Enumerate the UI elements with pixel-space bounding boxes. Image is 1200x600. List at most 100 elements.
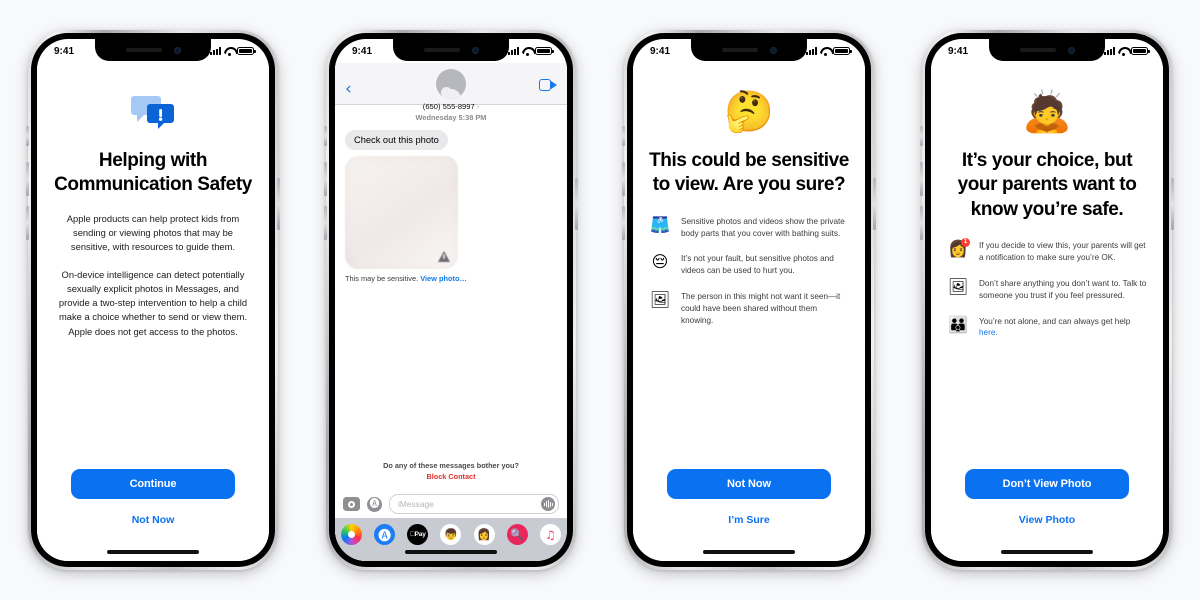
notification-badge: 1 (961, 237, 970, 247)
volume-down-button[interactable] (26, 206, 29, 240)
list-item: 👪 You’re not alone, and can always get h… (947, 315, 1147, 340)
message-composer: 🅐 iMessage (335, 489, 567, 518)
view-photo-link[interactable]: View photo… (420, 274, 467, 283)
block-contact-link[interactable]: Block Contact (345, 472, 557, 481)
front-camera-icon (173, 46, 181, 54)
phone-parent-notification-warning: 9:41 🙇 It’s your choice, but your parent… (920, 30, 1174, 570)
bullet-list: 🩳 Sensitive photos and videos show the p… (649, 216, 849, 327)
blurred-photo-attachment[interactable] (345, 156, 458, 269)
app-store-app-icon[interactable]: 🅐 (374, 524, 396, 545)
status-time: 9:41 (352, 45, 373, 57)
home-indicator[interactable] (107, 550, 199, 554)
cellular-bars-icon (508, 47, 519, 55)
cellular-bars-icon (806, 47, 817, 55)
images-search-app-icon[interactable]: 🔍 (506, 524, 528, 545)
home-indicator[interactable] (405, 550, 497, 554)
camera-icon[interactable] (343, 497, 360, 511)
video-camera-icon[interactable] (539, 79, 557, 91)
list-item-text: The person in this might not want it see… (681, 292, 841, 325)
list-item: 🩳 Sensitive photos and videos show the p… (649, 216, 849, 240)
photos-app-icon[interactable] (341, 524, 362, 545)
not-now-button[interactable]: Not Now (667, 469, 831, 499)
incoming-message-bubble[interactable]: Check out this photo (345, 130, 448, 150)
apple-pay-app-icon[interactable]: Pay (407, 524, 429, 545)
imessage-app-drawer: 🅐 Pay 👦 👩 🔍 ♫ (335, 518, 567, 561)
notch (691, 39, 807, 61)
power-button[interactable] (1171, 178, 1174, 230)
battery-icon (833, 46, 852, 56)
music-app-icon[interactable]: ♫ (539, 524, 561, 545)
swimsuit-emoji: 🩳 (650, 214, 670, 234)
contact-info[interactable]: (650) 555-8997 › (335, 69, 567, 111)
app-store-icon[interactable]: 🅐 (367, 496, 382, 512)
screen-content: ‹ (650) 555-8997 › Wednesday 5:38 PM Che… (335, 63, 567, 561)
imessage-input[interactable]: iMessage (389, 494, 559, 514)
intro-pane: Helping with Communication Safety Apple … (37, 63, 269, 561)
silent-switch[interactable] (920, 126, 923, 146)
wifi-icon (820, 47, 830, 56)
silent-switch[interactable] (622, 126, 625, 146)
phone-communication-safety-intro: 9:41 Helping with Communication Safety A… (26, 30, 280, 570)
battery-icon (1131, 46, 1150, 56)
front-camera-icon (1067, 46, 1075, 54)
battery-icon (237, 46, 256, 56)
list-item: 🖼 The person in this might not want it s… (649, 291, 849, 327)
home-indicator[interactable] (703, 550, 795, 554)
status-indicators (806, 46, 852, 56)
person-bowing-emoji: 🙇 (1022, 87, 1072, 137)
speech-bubbles-alert-icon (130, 87, 176, 137)
help-text-before: You’re not alone, and can always get hel… (979, 316, 1131, 326)
help-here-link[interactable]: here (979, 328, 995, 337)
wifi-icon (1118, 47, 1128, 56)
phone-screen: 9:41 🙇 It’s your choice, but your parent… (931, 39, 1163, 561)
list-item-text: If you decide to view this, your parents… (979, 240, 1146, 262)
status-indicators (210, 46, 256, 56)
wifi-icon (224, 47, 234, 56)
notch (989, 39, 1105, 61)
block-contact-prompt: Do any of these messages bother you? Blo… (345, 461, 557, 489)
list-item-text: It’s not your fault, but sensitive photo… (681, 254, 834, 276)
message-list: Wednesday 5:38 PM Check out this photo T… (335, 105, 567, 489)
volume-up-button[interactable] (324, 162, 327, 196)
dont-view-photo-button[interactable]: Don’t View Photo (965, 469, 1129, 499)
photo-share-emoji: 🖼 (947, 276, 969, 296)
im-sure-button[interactable]: I’m Sure (722, 513, 775, 527)
thinking-face-emoji: 🤔 (724, 87, 774, 137)
intro-paragraph-2: On-device intelligence can detect potent… (58, 268, 248, 337)
silent-switch[interactable] (26, 126, 29, 146)
hero-emoji-glyph: 🙇 (1022, 89, 1072, 135)
notch (393, 39, 509, 61)
power-button[interactable] (277, 178, 280, 230)
parent-notification-pane: 🙇 It’s your choice, but your parents wan… (931, 63, 1163, 561)
power-button[interactable] (873, 178, 876, 230)
silent-switch[interactable] (324, 126, 327, 146)
memoji-boy-app-icon[interactable]: 👦 (440, 524, 462, 545)
volume-down-button[interactable] (622, 206, 625, 240)
status-time: 9:41 (948, 45, 969, 57)
continue-button[interactable]: Continue (71, 469, 235, 499)
contact-avatar-icon (436, 69, 466, 99)
volume-up-button[interactable] (920, 162, 923, 196)
earpiece-speaker-icon (125, 48, 162, 52)
block-prompt-question: Do any of these messages bother you? (383, 461, 519, 470)
cellular-bars-icon (1104, 47, 1115, 55)
not-now-button[interactable]: Not Now (126, 513, 181, 527)
memoji-girl-app-icon[interactable]: 👩 (473, 524, 495, 545)
notch (95, 39, 211, 61)
power-button[interactable] (575, 178, 578, 230)
status-time: 9:41 (54, 45, 75, 57)
audio-waveform-icon[interactable] (541, 497, 555, 511)
view-photo-button[interactable]: View Photo (1013, 513, 1081, 527)
page-title: Helping with Communication Safety (54, 150, 252, 196)
volume-down-button[interactable] (324, 206, 327, 240)
help-text-after: . (995, 328, 998, 338)
sensitive-notice: This may be sensitive. View photo… (345, 274, 557, 283)
status-time: 9:41 (650, 45, 671, 57)
memoji-notification-emoji: 👩 1 (947, 237, 970, 258)
volume-up-button[interactable] (622, 162, 625, 196)
volume-up-button[interactable] (26, 162, 29, 196)
volume-down-button[interactable] (920, 206, 923, 240)
home-indicator[interactable] (1001, 550, 1093, 554)
screenshot-stage: 9:41 Helping with Communication Safety A… (0, 0, 1200, 600)
list-item: 😔 It’s not your fault, but sensitive pho… (649, 253, 849, 277)
